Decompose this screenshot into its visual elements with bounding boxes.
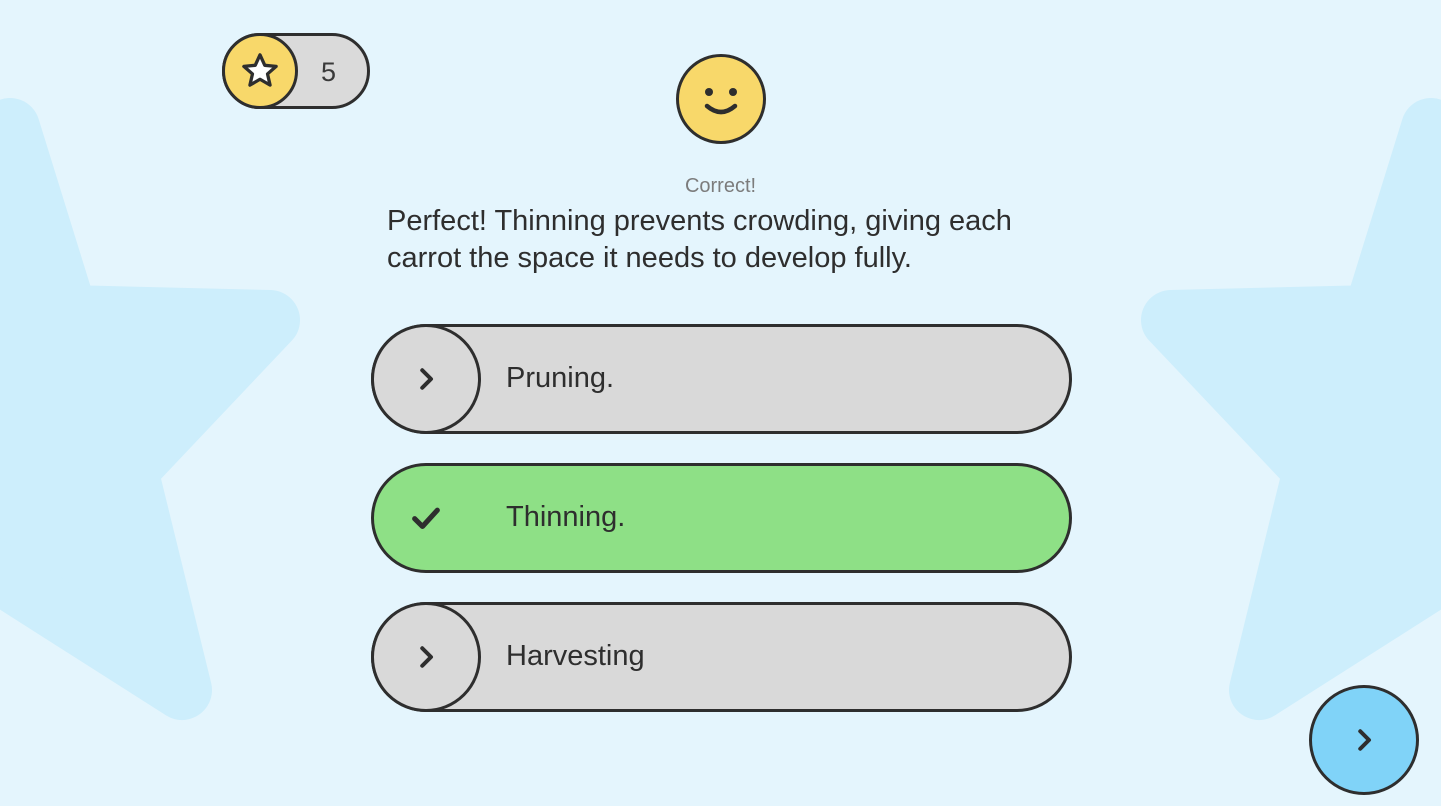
feedback-text: Perfect! Thinning prevents crowding, giv…: [387, 205, 1012, 274]
answer-option-thinning[interactable]: Thinning.: [371, 463, 1072, 573]
checkmark-icon: [371, 463, 481, 573]
smiley-face-icon: [676, 54, 766, 144]
answer-label: Pruning.: [506, 362, 615, 394]
chevron-right-icon: [1349, 725, 1379, 755]
background-star-left-icon: [0, 98, 300, 720]
answer-label: Thinning.: [506, 501, 626, 533]
score-value: 5: [321, 57, 337, 87]
answer-option-harvesting[interactable]: Harvesting: [370, 601, 1072, 712]
chevron-right-icon: [370, 601, 481, 712]
chevron-right-icon: [370, 323, 481, 434]
result-status: Correct!: [684, 175, 757, 197]
next-button[interactable]: [1309, 685, 1419, 795]
score-counter: 5: [222, 33, 370, 109]
star-icon: [222, 33, 298, 109]
background-star-right-icon: [1141, 98, 1441, 720]
answer-label: Harvesting: [506, 640, 645, 672]
answer-option-pruning[interactable]: Pruning.: [370, 323, 1072, 434]
